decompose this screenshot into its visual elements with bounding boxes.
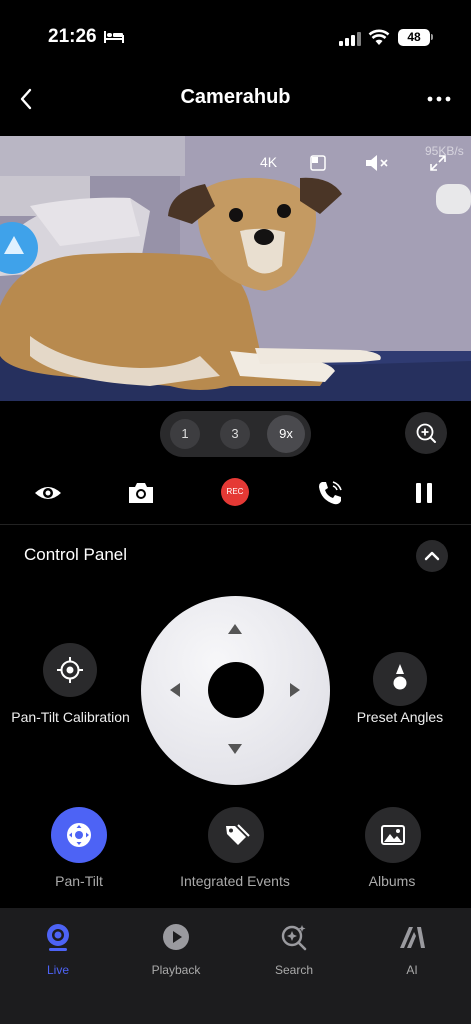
status-time: 21:26: [48, 26, 97, 47]
arrow-left-icon[interactable]: [170, 683, 180, 697]
integrated-events-label: Integrated Events: [180, 873, 290, 889]
preset-angles-button[interactable]: [373, 652, 427, 706]
tab-playback-label: Playback: [151, 963, 201, 977]
zoom-9x-button[interactable]: 9x: [267, 415, 305, 453]
tab-live-label: Live: [46, 963, 69, 977]
eye-icon[interactable]: [33, 478, 63, 508]
live-video-feed[interactable]: 4K 95KB/s: [0, 136, 471, 401]
more-options-icon[interactable]: [425, 92, 453, 106]
picture-in-picture-icon[interactable]: [310, 155, 326, 171]
bottom-tab-bar: Live Playback Search AI: [0, 908, 471, 1024]
intercom-call-icon[interactable]: [315, 478, 345, 508]
zoom-level-selector: 1 3 9x: [160, 411, 311, 457]
battery-indicator: 48: [398, 29, 430, 46]
integrated-events-button[interactable]: [208, 807, 264, 863]
location-pin-icon: [393, 664, 407, 690]
sleep-mode-icon: [104, 31, 124, 43]
arrow-up-icon[interactable]: [228, 624, 242, 634]
pan-tilt-label: Pan-Tilt: [55, 873, 103, 889]
arrow-right-icon[interactable]: [290, 683, 300, 697]
crosshair-icon: [57, 657, 83, 683]
tag-icon: [226, 824, 250, 845]
pan-tilt-joystick[interactable]: [141, 596, 330, 785]
arrow-down-icon[interactable]: [228, 744, 242, 754]
image-icon: [381, 825, 405, 845]
live-camera-icon: [47, 924, 69, 951]
preset-angles-label: Preset Angles: [356, 709, 444, 725]
tab-live[interactable]: Live: [13, 922, 103, 977]
wifi-icon: [368, 29, 390, 45]
camera-scene: [0, 136, 471, 401]
tab-search[interactable]: Search: [249, 922, 339, 977]
battery-tip: [431, 34, 433, 40]
albums-label: Albums: [368, 873, 416, 889]
page-title: Camerahub: [180, 86, 291, 108]
albums-button[interactable]: [365, 807, 421, 863]
cellular-signal-icon: [339, 32, 361, 46]
play-icon: [163, 924, 189, 950]
collapse-panel-button[interactable]: [416, 540, 448, 572]
status-bar: 21:26 48: [0, 0, 471, 72]
chevron-up-icon: [424, 551, 440, 561]
divider: [0, 524, 471, 525]
joystick-center: [208, 662, 264, 718]
record-button[interactable]: REC: [221, 478, 249, 506]
tab-playback[interactable]: Playback: [131, 922, 221, 977]
snapshot-camera-icon[interactable]: [127, 478, 155, 508]
resolution-label[interactable]: 4K: [260, 154, 277, 180]
pause-icon[interactable]: [412, 478, 436, 508]
pan-tilt-calibration-label: Pan-Tilt Calibration: [11, 709, 130, 725]
pan-tilt-calibration-button[interactable]: [43, 643, 97, 697]
pan-tilt-button[interactable]: [51, 807, 107, 863]
zoom-in-icon: [416, 423, 436, 443]
control-panel-title: Control Panel: [24, 545, 128, 564]
pan-tilt-icon: [67, 823, 91, 847]
zoom-3x-button[interactable]: 3: [220, 419, 250, 449]
zoom-1x-button[interactable]: 1: [170, 419, 200, 449]
mute-icon[interactable]: [364, 153, 390, 173]
search-sparkle-icon: [281, 925, 307, 951]
zoom-in-button[interactable]: [405, 412, 447, 454]
tab-ai-label: AI: [406, 963, 418, 977]
tab-ai[interactable]: AI: [367, 922, 457, 977]
tab-search-label: Search: [274, 963, 314, 977]
fullscreen-icon[interactable]: [430, 155, 446, 171]
ai-icon: [400, 927, 425, 948]
